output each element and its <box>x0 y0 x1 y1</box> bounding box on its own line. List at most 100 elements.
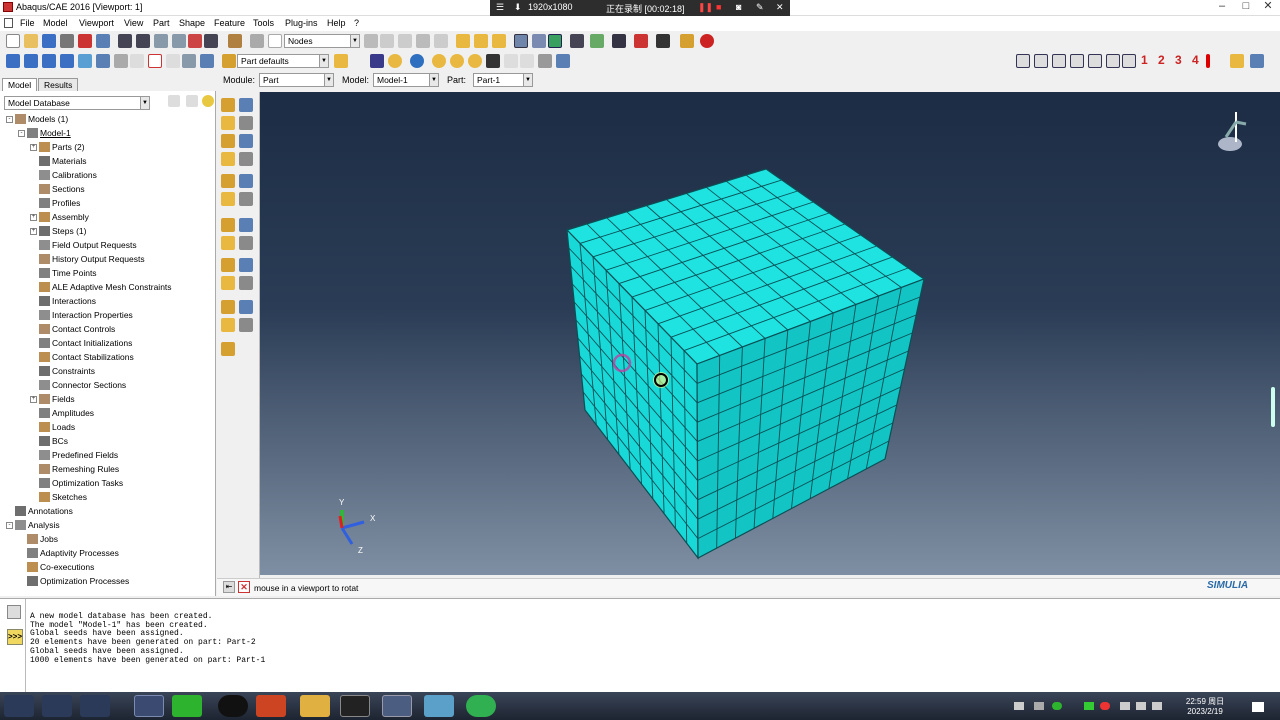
view-compass-icon[interactable] <box>1218 112 1247 151</box>
line-icon[interactable] <box>130 54 144 68</box>
menu-tools[interactable]: Tools <box>253 18 274 28</box>
print-icon[interactable] <box>60 34 74 48</box>
film-icon[interactable] <box>656 34 670 48</box>
wireframe-icon[interactable] <box>514 34 528 48</box>
g-plugin-icon[interactable] <box>700 34 714 48</box>
selection-options-icon[interactable] <box>364 34 378 48</box>
cascade-icon[interactable] <box>24 54 38 68</box>
toolbox-tool-icon[interactable] <box>221 236 235 250</box>
text-annotation-icon[interactable] <box>148 54 162 68</box>
render-style-dropdown[interactable]: Part defaults ▼ <box>237 54 329 68</box>
terminal-icon[interactable] <box>340 695 370 717</box>
hidden-line-icon[interactable] <box>532 34 546 48</box>
part-dropdown[interactable]: Part-1 ▼ <box>473 73 533 87</box>
new-file-icon[interactable] <box>6 34 20 48</box>
toolbox-tool-icon[interactable] <box>239 236 253 250</box>
zoom-icon[interactable] <box>154 34 168 48</box>
view-xy-icon[interactable] <box>1016 54 1030 68</box>
expand-tree-icon[interactable] <box>168 95 180 107</box>
box-zoom-icon[interactable] <box>172 34 186 48</box>
color-map-icon[interactable] <box>556 54 570 68</box>
menu-file[interactable]: File <box>20 18 35 28</box>
pen-icon[interactable]: ✎ <box>756 2 764 13</box>
select-tool-icon[interactable] <box>486 54 500 68</box>
pan-icon[interactable] <box>118 34 132 48</box>
model-dropdown[interactable]: Model-1 ▼ <box>373 73 439 87</box>
tray-record-icon[interactable] <box>1100 702 1110 710</box>
grid-icon[interactable] <box>96 54 110 68</box>
multicolor-app-icon[interactable] <box>42 695 72 717</box>
viewport-scroll-indicator[interactable] <box>1271 387 1275 427</box>
rotate-icon[interactable] <box>136 34 150 48</box>
menu-viewport[interactable]: Viewport <box>79 18 114 28</box>
menu-view[interactable]: View <box>124 18 143 28</box>
replace-icon[interactable] <box>432 54 446 68</box>
tab-results[interactable]: Results <box>38 78 79 91</box>
query-icon[interactable] <box>96 34 110 48</box>
auto-fit-icon[interactable] <box>188 34 202 48</box>
view-shortcut-2[interactable]: 2 <box>1158 53 1165 67</box>
menu-shape[interactable]: Shape <box>179 18 205 28</box>
toolbox-tool-icon[interactable] <box>239 318 253 332</box>
tray-display-icon[interactable] <box>1136 702 1146 710</box>
menu-help[interactable]: Help <box>327 18 346 28</box>
show-all-icon[interactable] <box>468 54 482 68</box>
view-manager-icon[interactable] <box>612 34 626 48</box>
collapse-icon[interactable]: - <box>6 522 13 529</box>
view-shortcut-3[interactable]: 3 <box>1175 53 1182 67</box>
app-window-icon[interactable] <box>424 695 454 717</box>
box-select-icon[interactable] <box>380 34 394 48</box>
view-tool-b-icon[interactable] <box>1250 54 1264 68</box>
mc-icon[interactable] <box>680 34 694 48</box>
expand-icon[interactable]: + <box>30 144 37 151</box>
redo-icon[interactable] <box>520 54 534 68</box>
view-yx-icon[interactable] <box>1034 54 1048 68</box>
color-code-icon[interactable] <box>590 34 604 48</box>
expand-icon[interactable]: + <box>30 396 37 403</box>
tab-model[interactable]: Model <box>2 78 38 91</box>
python-shell-icon[interactable]: >>> <box>7 629 23 645</box>
message-tab-icon[interactable] <box>7 605 21 619</box>
view-shortcut-1[interactable]: 1 <box>1141 53 1148 67</box>
part-display-icon[interactable] <box>334 54 348 68</box>
abaqus-taskbar-icon[interactable] <box>134 695 164 717</box>
prompt-back-icon[interactable]: ⇤ <box>223 581 235 593</box>
expand-icon[interactable]: + <box>30 228 37 235</box>
toolbox-tool-icon[interactable] <box>239 218 253 232</box>
toolbox-tool-icon[interactable] <box>239 300 253 314</box>
menu-model[interactable]: Model <box>43 18 68 28</box>
mesh-display-icon[interactable] <box>370 54 384 68</box>
query-probe-icon[interactable] <box>114 54 128 68</box>
toolbox-tool-icon[interactable] <box>221 152 235 166</box>
intersection-icon[interactable] <box>434 34 448 48</box>
search-icon[interactable] <box>80 695 110 717</box>
collapse-icon[interactable]: - <box>6 116 13 123</box>
layers-icon[interactable] <box>228 34 242 48</box>
front-view-icon[interactable] <box>456 34 470 48</box>
render-options-icon[interactable] <box>570 34 584 48</box>
remove-icon[interactable] <box>450 54 464 68</box>
viewport-icon[interactable] <box>6 54 20 68</box>
toolbox-tool-icon[interactable] <box>221 258 235 272</box>
minimize-icon[interactable]: – <box>1212 0 1232 14</box>
display-group-icon[interactable] <box>538 54 552 68</box>
pause-icon[interactable]: ❚❚ <box>698 2 713 13</box>
tile-h-icon[interactable] <box>42 54 56 68</box>
tray-app-icon[interactable] <box>1084 702 1094 710</box>
undo-icon[interactable] <box>504 54 518 68</box>
start-button-icon[interactable] <box>4 695 34 717</box>
record-icon[interactable] <box>78 34 92 48</box>
toolbox-tool-icon[interactable] <box>221 318 235 332</box>
camera-view-icon[interactable] <box>78 54 92 68</box>
menu-context-help[interactable]: ? <box>354 18 359 28</box>
translucency-icon[interactable] <box>634 34 648 48</box>
toolbox-tool-icon[interactable] <box>239 134 253 148</box>
tree-help-icon[interactable] <box>202 95 214 107</box>
tile-v-icon[interactable] <box>60 54 74 68</box>
browser-icon[interactable] <box>466 695 496 717</box>
powerpoint-icon[interactable] <box>256 695 286 717</box>
recorder-close-icon[interactable]: ✕ <box>776 2 784 13</box>
prompt-cancel-icon[interactable]: ✕ <box>238 581 250 593</box>
stop-icon[interactable]: ■ <box>716 2 721 12</box>
color-picker-icon[interactable] <box>388 54 402 68</box>
